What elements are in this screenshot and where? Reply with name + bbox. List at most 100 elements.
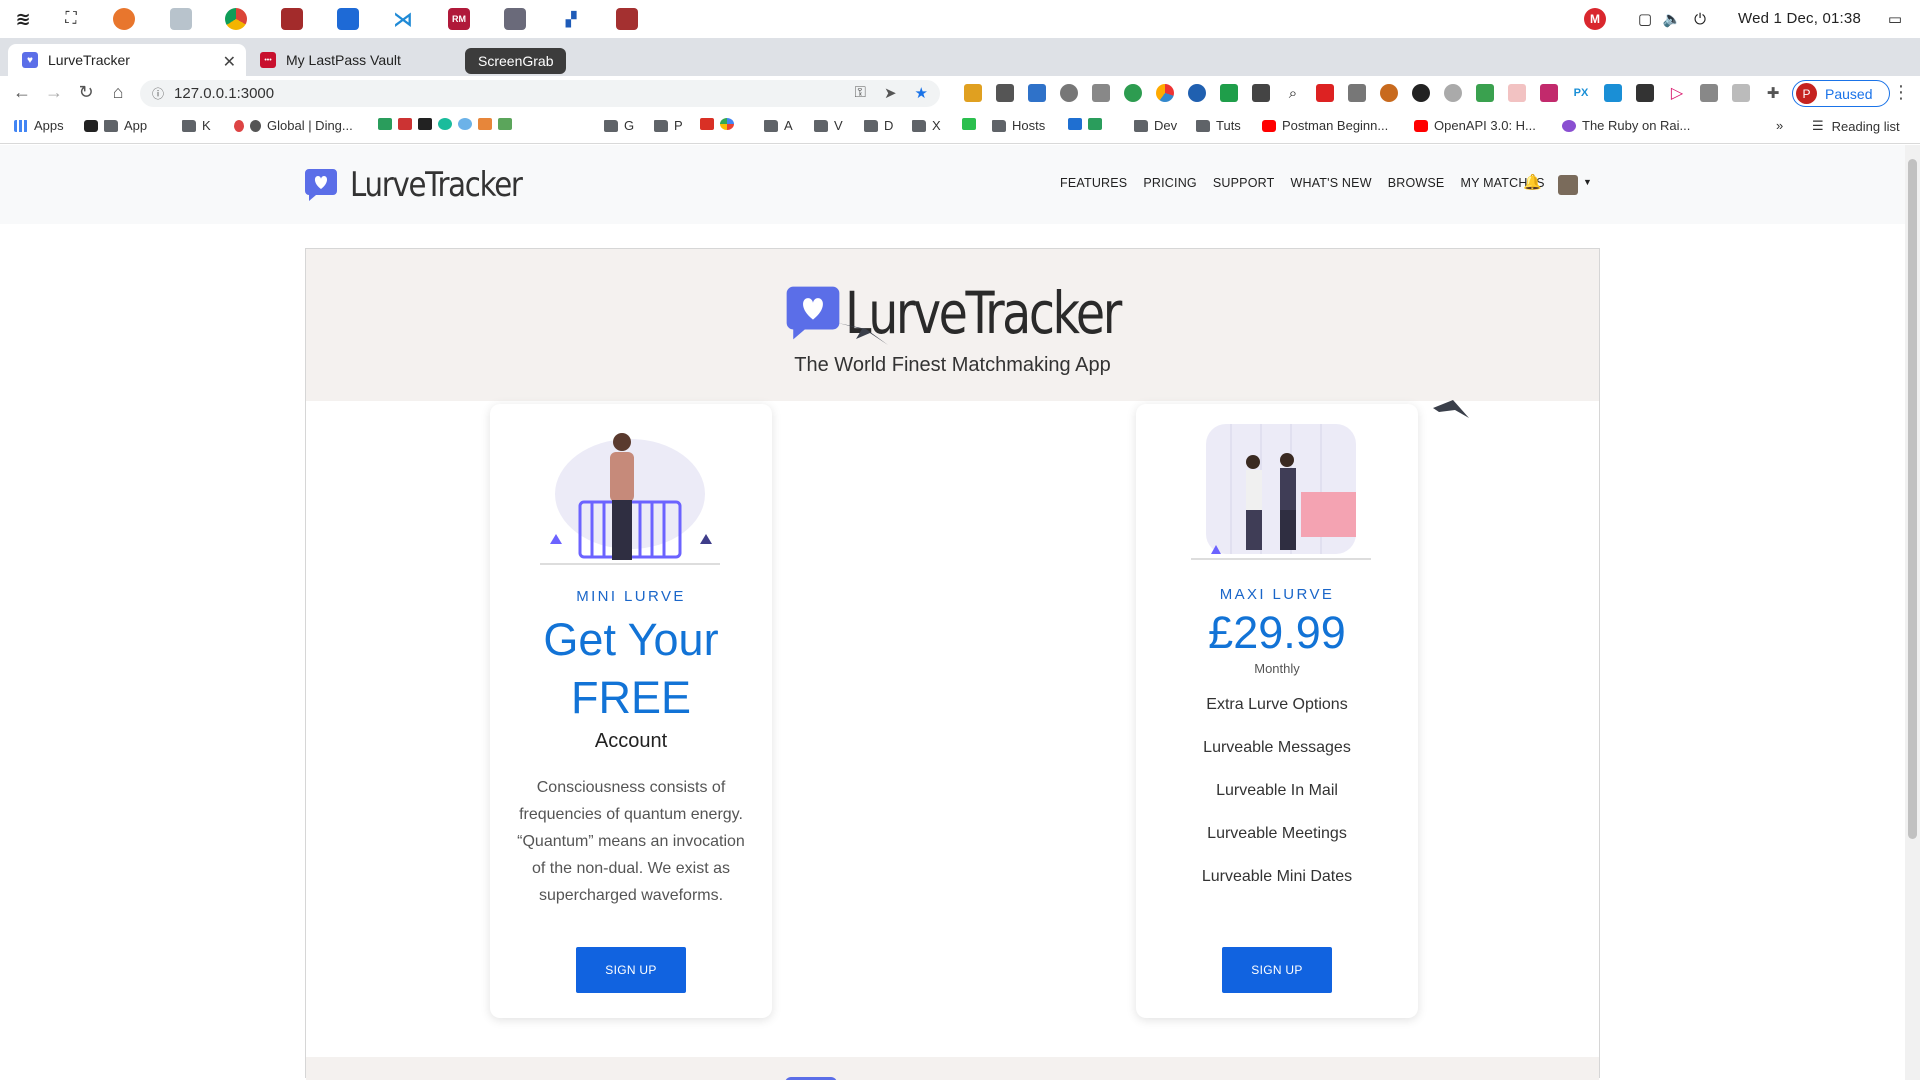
leaf-icon bbox=[1088, 118, 1102, 130]
bookmark-icons-group[interactable] bbox=[378, 118, 518, 130]
close-tab-icon[interactable]: ✕ bbox=[223, 52, 236, 72]
forward-icon[interactable]: → bbox=[42, 82, 66, 103]
rubymine-icon[interactable]: RM bbox=[448, 8, 470, 30]
fullscreen-icon[interactable]: ⛶ bbox=[60, 8, 82, 30]
extension-icon[interactable] bbox=[964, 84, 982, 102]
bookmark-x[interactable]: X bbox=[912, 118, 941, 133]
bookmark-k[interactable]: K bbox=[182, 118, 211, 133]
bookmark-ruby[interactable]: The Ruby on Rai... bbox=[1562, 118, 1690, 133]
mega-icon[interactable]: M bbox=[1584, 8, 1606, 30]
browser-menu-icon[interactable]: ⋮ bbox=[1892, 82, 1910, 103]
extension-icon[interactable] bbox=[1444, 84, 1462, 102]
site-info-icon[interactable]: ⓘ bbox=[152, 85, 164, 102]
extension-icon[interactable] bbox=[1028, 84, 1046, 102]
extension-icon[interactable] bbox=[1604, 84, 1622, 102]
key-icon[interactable]: ⚿ bbox=[855, 84, 866, 102]
bookmark-p[interactable]: P bbox=[654, 118, 683, 133]
tab-lurvetracker[interactable]: ♥ LurveTracker ✕ bbox=[8, 44, 246, 76]
extension-icon[interactable] bbox=[1476, 84, 1494, 102]
notifications-square-icon[interactable]: ▭ bbox=[1884, 8, 1906, 30]
extension-icon[interactable] bbox=[1636, 84, 1654, 102]
extension-icon[interactable] bbox=[1380, 84, 1398, 102]
bookmark-v[interactable]: V bbox=[814, 118, 843, 133]
site-navbar: LurveTracker FEATURES PRICING SUPPORT WH… bbox=[0, 145, 1905, 224]
signup-button-mini[interactable]: SIGN UP bbox=[576, 947, 686, 993]
bookmark-postman[interactable]: Postman Beginn... bbox=[1262, 118, 1388, 133]
extension-icon[interactable] bbox=[1156, 84, 1174, 102]
extension-icon[interactable] bbox=[1700, 84, 1718, 102]
nav-whats-new[interactable]: WHAT'S NEW bbox=[1290, 176, 1371, 190]
extension-icon[interactable] bbox=[1508, 84, 1526, 102]
bookmark-g-green[interactable] bbox=[962, 118, 982, 130]
window-icon[interactable]: ▢ bbox=[1634, 8, 1656, 30]
extension-icon[interactable] bbox=[1252, 84, 1270, 102]
extension-icon[interactable] bbox=[1220, 84, 1238, 102]
bookmark-tuts[interactable]: Tuts bbox=[1196, 118, 1241, 133]
bookmark-a[interactable]: A bbox=[764, 118, 793, 133]
extension-icon[interactable] bbox=[1188, 84, 1206, 102]
scrollbar-thumb[interactable] bbox=[1908, 159, 1917, 839]
extension-icon[interactable] bbox=[1412, 84, 1430, 102]
extension-icon[interactable] bbox=[1060, 84, 1078, 102]
app-chart-icon[interactable]: ▞ bbox=[560, 8, 582, 30]
bookmark-dev[interactable]: Dev bbox=[1134, 118, 1177, 133]
folder-icon bbox=[654, 119, 668, 132]
extension-icon[interactable] bbox=[1316, 84, 1334, 102]
bookmark-d[interactable]: D bbox=[864, 118, 893, 133]
extension-icon[interactable]: ▷ bbox=[1668, 84, 1686, 102]
folder-icon bbox=[1196, 119, 1210, 132]
chevron-down-icon[interactable]: ▼ bbox=[1583, 177, 1592, 187]
bookmark-gmail[interactable] bbox=[700, 118, 740, 130]
screenshot-app-icon[interactable] bbox=[504, 8, 526, 30]
search-icon[interactable]: ⌕ bbox=[1284, 84, 1302, 102]
user-avatar[interactable] bbox=[1558, 175, 1578, 195]
bookmark-g[interactable]: G bbox=[604, 118, 634, 133]
extension-icon[interactable] bbox=[1732, 84, 1750, 102]
app-red-icon[interactable] bbox=[281, 8, 303, 30]
volume-icon[interactable]: 🔈 bbox=[1661, 8, 1683, 30]
bookmark-hosts[interactable]: Hosts bbox=[992, 118, 1045, 133]
chrome-icon[interactable] bbox=[225, 8, 247, 30]
chart-icon bbox=[498, 118, 512, 130]
tab-lastpass[interactable]: ••• My LastPass Vault bbox=[246, 44, 476, 76]
extension-icon[interactable] bbox=[1092, 84, 1110, 102]
nav-pricing[interactable]: PRICING bbox=[1143, 176, 1197, 190]
vscode-icon[interactable]: ⋊ bbox=[392, 8, 414, 31]
reading-list[interactable]: ☰ Reading list bbox=[1812, 118, 1900, 134]
extension-icon[interactable] bbox=[1124, 84, 1142, 102]
bookmarks-overflow-icon[interactable]: » bbox=[1776, 118, 1783, 133]
files-icon[interactable] bbox=[170, 8, 192, 30]
site-brand[interactable]: LurveTracker bbox=[304, 165, 550, 205]
bookmark-global[interactable]: Global | Ding... bbox=[234, 118, 353, 133]
app-dark-red-icon[interactable] bbox=[616, 8, 638, 30]
profile-button[interactable]: P Paused bbox=[1792, 80, 1890, 107]
bookmark-star-icon[interactable]: ★ bbox=[915, 84, 928, 102]
extension-icon[interactable] bbox=[1540, 84, 1558, 102]
bookmark-app[interactable]: App bbox=[84, 118, 147, 133]
address-bar[interactable]: ⓘ 127.0.0.1:3000 ⚿ ➤ ★ bbox=[140, 80, 940, 107]
tool-icon bbox=[398, 118, 412, 130]
bookmark-apps[interactable]: Apps bbox=[14, 118, 64, 133]
send-icon[interactable]: ➤ bbox=[884, 84, 897, 102]
back-icon[interactable]: ← bbox=[10, 82, 34, 103]
app-blue-icon[interactable] bbox=[337, 8, 359, 30]
bell-icon[interactable]: 🔔 bbox=[1523, 173, 1542, 191]
extensions-puzzle-icon[interactable]: ✚ bbox=[1764, 84, 1782, 102]
bookmark-share[interactable] bbox=[1068, 118, 1108, 130]
firefox-icon[interactable] bbox=[113, 8, 135, 30]
signup-button-maxi[interactable]: SIGN UP bbox=[1222, 947, 1332, 993]
nav-features[interactable]: FEATURES bbox=[1060, 176, 1127, 190]
extension-icon[interactable]: PX bbox=[1572, 84, 1590, 102]
w-icon bbox=[378, 118, 392, 130]
activities-icon[interactable]: ≋ bbox=[12, 8, 34, 30]
nav-browse[interactable]: BROWSE bbox=[1388, 176, 1445, 190]
bookmark-openapi[interactable]: OpenAPI 3.0: H... bbox=[1414, 118, 1536, 133]
extension-icon[interactable] bbox=[996, 84, 1014, 102]
page-scrollbar[interactable] bbox=[1905, 145, 1920, 1080]
main-nav: FEATURES PRICING SUPPORT WHAT'S NEW BROW… bbox=[1060, 176, 1561, 190]
nav-support[interactable]: SUPPORT bbox=[1213, 176, 1275, 190]
extension-icon[interactable] bbox=[1348, 84, 1366, 102]
power-icon[interactable]: ⏻ bbox=[1689, 8, 1711, 30]
home-icon[interactable]: ⌂ bbox=[106, 82, 130, 103]
reload-icon[interactable]: ↻ bbox=[74, 82, 98, 103]
